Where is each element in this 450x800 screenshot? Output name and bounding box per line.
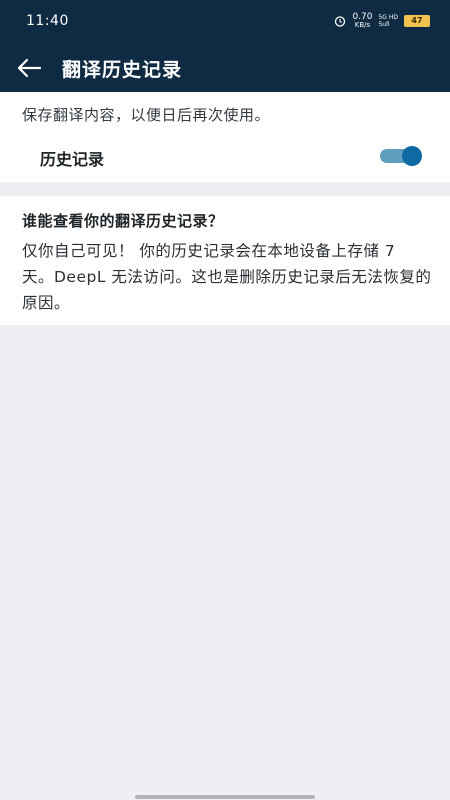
- history-toggle-label: 历史记录: [40, 150, 105, 169]
- arrow-left-icon: [17, 58, 42, 78]
- battery-icon: 47: [404, 15, 430, 27]
- privacy-heading: 谁能查看你的翻译历史记录？: [22, 212, 224, 230]
- privacy-info-card: 谁能查看你的翻译历史记录？ 仅你自己可见！ 你的历史记录会在本地设备上存储 7 …: [0, 196, 450, 325]
- history-toggle[interactable]: [380, 146, 422, 166]
- signal-type: 5G HD: [378, 14, 398, 21]
- net-speed-unit: KB/s: [354, 21, 371, 29]
- status-time: 11:40: [26, 13, 69, 29]
- history-description: 保存翻译内容，以便日后再次使用。: [22, 106, 271, 124]
- network-speed: 0.70 KB/s: [352, 13, 372, 29]
- home-indicator[interactable]: [135, 795, 315, 799]
- alarm-icon: [335, 16, 346, 27]
- signal-bars: 5ull: [378, 21, 390, 28]
- page-title: 翻译历史记录: [62, 59, 183, 81]
- history-settings-card: 保存翻译内容，以便日后再次使用。 历史记录: [0, 92, 450, 182]
- back-button[interactable]: [14, 54, 44, 82]
- toggle-thumb: [402, 146, 422, 166]
- status-bar: 11:40 0.70 KB/s 5G HD 5ull 47: [0, 0, 450, 44]
- status-icons: 0.70 KB/s 5G HD 5ull 47: [334, 12, 430, 30]
- signal-icon: 5G HD 5ull: [378, 14, 398, 28]
- privacy-body: 仅你自己可见！ 你的历史记录会在本地设备上存储 7 天。DeepL 无法访问。这…: [22, 242, 432, 312]
- app-bar: 翻译历史记录: [0, 44, 450, 92]
